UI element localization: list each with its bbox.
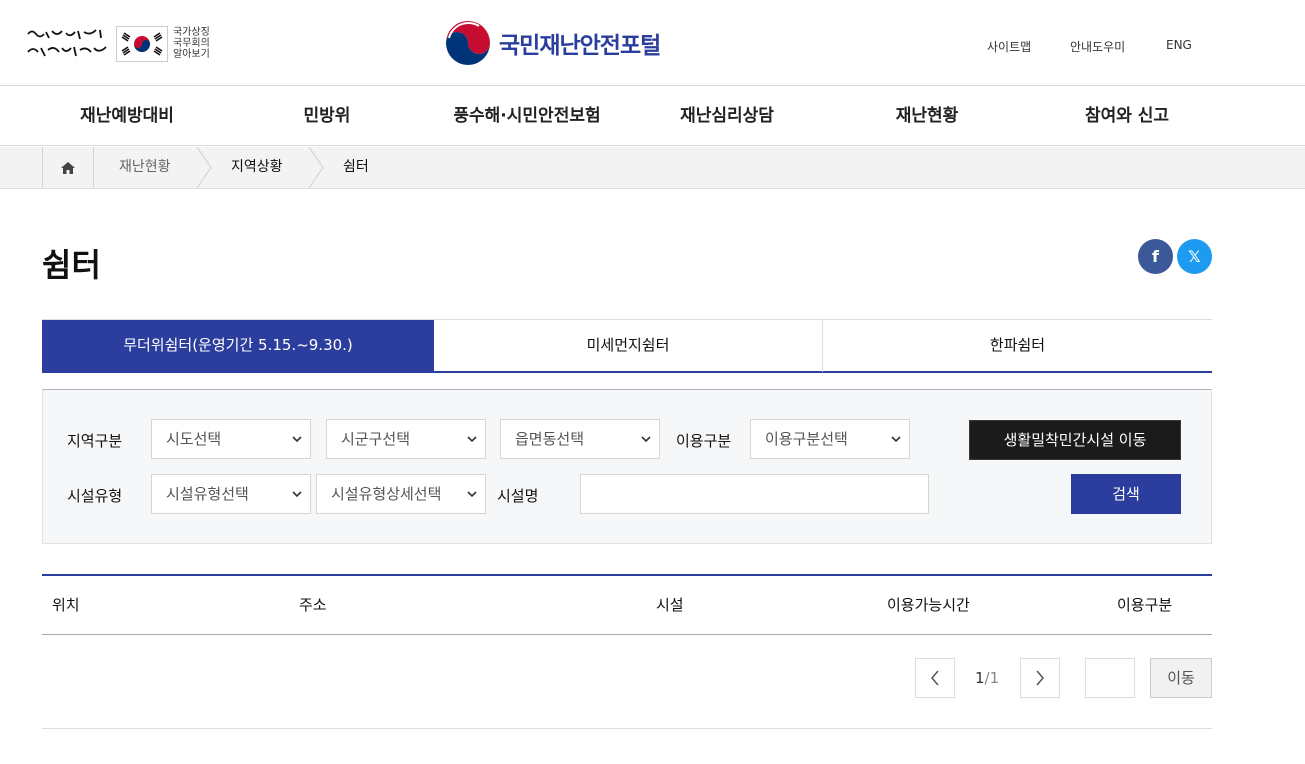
page-number-input[interactable] (1085, 658, 1135, 698)
eupmyeondong-select-value: 읍면동선택 (515, 430, 585, 448)
nav-participation-report[interactable]: 참여와 신고 (1042, 86, 1212, 146)
results-table-header: 위치 주소 시설 이용가능시간 이용구분 (42, 574, 1212, 635)
chevron-down-icon (641, 436, 651, 443)
nav-civil-defense[interactable]: 민방위 (242, 86, 412, 146)
prev-page-button[interactable] (915, 658, 955, 698)
nav-disaster-prevention[interactable]: 재난예방대비 (42, 86, 212, 146)
breadcrumb-item-shelter[interactable]: 쉼터 (343, 147, 369, 188)
usage-label: 이용구분 (676, 432, 732, 450)
facility-name-label: 시설명 (497, 487, 539, 505)
breadcrumb: 재난현황 지역상황 쉼터 (0, 147, 1305, 189)
symbol-text-3: 알아보기 (173, 49, 210, 60)
x-icon: 𝕏 (1188, 247, 1201, 266)
breadcrumb-home[interactable] (42, 147, 94, 188)
chevron-left-icon (931, 670, 939, 686)
divider (42, 728, 1212, 729)
tab-fine-dust-shelter[interactable]: 미세먼지쉼터 (434, 320, 823, 372)
chevron-down-icon (891, 436, 901, 443)
usage-select[interactable]: 이용구분선택 (750, 419, 910, 459)
chevron-down-icon (292, 491, 302, 498)
facility-type-select-value: 시설유형선택 (166, 485, 249, 503)
government-emblem-icon (446, 21, 490, 65)
facility-type-detail-select-value: 시설유형상세선택 (331, 485, 442, 503)
current-page: 1 (975, 669, 985, 687)
chevron-down-icon (467, 491, 477, 498)
sigungu-select-value: 시군구선택 (341, 430, 411, 448)
region-label: 지역구분 (67, 432, 123, 450)
page-indicator: 1/1 (975, 658, 999, 698)
nav-psych-counseling[interactable]: 재난심리상담 (642, 86, 812, 146)
search-form: 지역구분 시도선택 시군구선택 읍면동선택 이용구분 이용구분선택 생활밀착민간… (42, 389, 1212, 544)
breadcrumb-separator-icon (308, 147, 324, 188)
home-icon (61, 161, 75, 174)
facility-type-label: 시설유형 (67, 487, 123, 505)
facility-type-select[interactable]: 시설유형선택 (151, 474, 311, 514)
tab-cold-shelter[interactable]: 한파쉼터 (823, 320, 1212, 372)
chevron-down-icon (292, 436, 302, 443)
x-share-button[interactable]: 𝕏 (1177, 239, 1212, 274)
sido-select-value: 시도선택 (166, 430, 222, 448)
total-pages: /1 (984, 669, 1000, 687)
column-available-hours: 이용가능시간 (887, 596, 970, 614)
private-facility-button[interactable]: 생활밀착민간시설 이동 (969, 420, 1181, 460)
sido-select[interactable]: 시도선택 (151, 419, 311, 459)
sitemap-link[interactable]: 사이트맵 (987, 38, 1031, 55)
breadcrumb-item-disaster-status[interactable]: 재난현황 (119, 147, 171, 188)
next-page-button[interactable] (1020, 658, 1060, 698)
english-link[interactable]: ENG (1166, 38, 1192, 52)
column-address: 주소 (299, 596, 327, 614)
breadcrumb-separator-icon (196, 147, 212, 188)
page-title: 쉼터 (42, 246, 101, 284)
facility-type-detail-select[interactable]: 시설유형상세선택 (316, 474, 486, 514)
breadcrumb-item-regional[interactable]: 지역상황 (231, 147, 283, 188)
column-location: 위치 (52, 596, 80, 614)
go-page-button[interactable]: 이동 (1150, 658, 1212, 698)
brand-name: 국민재난안전포털 (499, 33, 661, 59)
chevron-right-icon (1036, 670, 1044, 686)
search-button[interactable]: 검색 (1071, 474, 1181, 514)
facebook-share-button[interactable]: f (1138, 239, 1173, 274)
guide-link[interactable]: 안내도우미 (1070, 38, 1125, 55)
eupmyeondong-select[interactable]: 읍면동선택 (500, 419, 660, 459)
slogan-handwriting-icon (27, 29, 107, 57)
slogan-logo[interactable] (26, 26, 112, 62)
symbol-text-1: 국가상징 (173, 27, 210, 38)
chevron-down-icon (467, 436, 477, 443)
site-header: 국가상징 국무회의 알아보기 국민재난안전포털 사이트맵 안내도우미 ENG (0, 0, 1305, 86)
taegukgi-flag[interactable] (116, 26, 168, 62)
shelter-tabs: 무더위쉼터(운영기간 5.15.~9.30.) 미세먼지쉼터 한파쉼터 (42, 319, 1212, 373)
symbol-text-2: 국무회의 (173, 38, 210, 49)
usage-select-value: 이용구분선택 (765, 430, 848, 448)
nav-storm-insurance[interactable]: 풍수해·시민안전보험 (432, 86, 622, 146)
nav-disaster-status[interactable]: 재난현황 (842, 86, 1012, 146)
tab-heat-shelter[interactable]: 무더위쉼터(운영기간 5.15.~9.30.) (42, 320, 434, 372)
facility-name-input[interactable] (580, 474, 929, 514)
column-facility: 시설 (656, 596, 684, 614)
facebook-icon: f (1152, 247, 1159, 266)
brand-logo-link[interactable]: 국민재난안전포털 (445, 20, 661, 66)
national-symbol-link[interactable]: 국가상징 국무회의 알아보기 (173, 27, 223, 60)
column-usage-type: 이용구분 (1117, 596, 1173, 614)
main-navigation: 재난예방대비 민방위 풍수해·시민안전보험 재난심리상담 재난현황 참여와 신고 (0, 86, 1305, 146)
sigungu-select[interactable]: 시군구선택 (326, 419, 486, 459)
flag-icon (121, 32, 163, 56)
